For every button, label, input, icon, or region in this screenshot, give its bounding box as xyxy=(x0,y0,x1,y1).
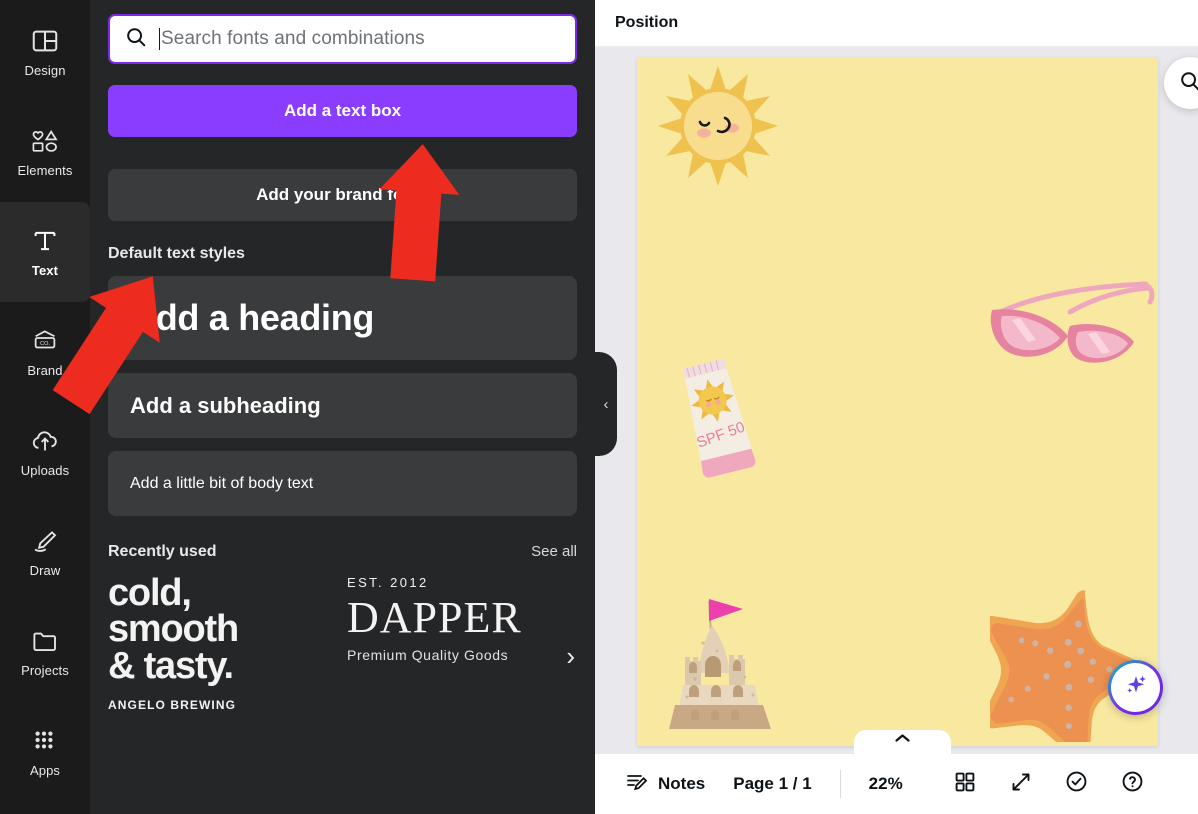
editor-topbar: Position xyxy=(595,0,1198,47)
sunscreen-illustration[interactable]: SPF 50 xyxy=(670,348,764,488)
chevron-left-icon: ‹ xyxy=(603,395,609,413)
expand-icon xyxy=(1009,770,1033,799)
check-circle-icon xyxy=(1064,769,1089,799)
brand-icon: CO. xyxy=(30,326,60,356)
search-input[interactable]: Search fonts and combinations xyxy=(161,28,425,50)
editor-area: Position SPF 50 Notes Page 1 / 1 22% xyxy=(595,0,1198,814)
default-text-styles-title: Default text styles xyxy=(108,245,245,262)
chevron-up-icon xyxy=(894,733,911,744)
sidebar-item-apps[interactable]: Apps xyxy=(0,702,90,802)
style-add-heading[interactable]: Add a heading xyxy=(108,276,577,360)
canva-editor: Design Elements Text CO. Brand Uploads D… xyxy=(0,0,1198,814)
style-add-body-text[interactable]: Add a little bit of body text xyxy=(108,451,577,516)
grid-view-icon xyxy=(953,770,977,799)
sun-illustration[interactable] xyxy=(651,62,786,192)
sunglasses-illustration[interactable] xyxy=(982,280,1157,376)
fullscreen-button[interactable] xyxy=(999,762,1043,806)
style-label: Add a little bit of body text xyxy=(130,474,314,492)
sidebar-item-uploads[interactable]: Uploads xyxy=(0,402,90,502)
style-label: Add a subheading xyxy=(130,392,321,418)
combo-name: DAPPER xyxy=(347,593,522,642)
font-combination-list: cold, smooth & tasty. ANGELO BREWING EST… xyxy=(108,572,577,713)
recently-used-header: Recently used See all xyxy=(108,543,577,561)
magic-studio-button[interactable] xyxy=(1108,660,1163,715)
help-circle-icon xyxy=(1120,769,1145,799)
sidebar-item-label: Brand xyxy=(27,363,63,378)
notes-button[interactable]: Notes xyxy=(611,763,719,805)
sidebar-item-text[interactable]: Text xyxy=(0,202,90,302)
font-combination-card[interactable]: cold, smooth & tasty. ANGELO BREWING xyxy=(108,572,323,713)
page-indicator[interactable]: Page 1 / 1 xyxy=(719,763,825,805)
sidebar-item-projects[interactable]: Projects xyxy=(0,602,90,702)
notes-pencil-icon xyxy=(625,770,649,799)
help-button[interactable] xyxy=(1111,762,1155,806)
style-label: Add a heading xyxy=(130,297,375,338)
see-all-link[interactable]: See all xyxy=(531,543,577,560)
sidebar-item-label: Draw xyxy=(29,563,61,578)
combo-line-1: cold, xyxy=(108,572,192,614)
sidebar-item-label: Apps xyxy=(29,763,61,778)
sidebar-item-label: Text xyxy=(31,263,59,278)
add-text-box-button[interactable]: Add a text box xyxy=(108,85,577,137)
toolbar-divider xyxy=(839,770,841,798)
sidebar-item-design[interactable]: Design xyxy=(0,2,90,102)
apps-icon xyxy=(30,726,60,756)
page-panel-toggle[interactable] xyxy=(854,730,951,754)
sidebar-item-draw[interactable]: Draw xyxy=(0,502,90,602)
add-brand-fonts-button[interactable]: Add your brand fonts xyxy=(108,169,577,221)
combo-line-3: & tasty. xyxy=(108,644,234,687)
sandcastle-illustration[interactable] xyxy=(659,587,784,737)
design-canvas[interactable]: SPF 50 xyxy=(637,58,1158,746)
page-label: Page 1 / 1 xyxy=(733,774,812,793)
design-icon xyxy=(30,26,60,56)
canvas-workspace: SPF 50 xyxy=(595,47,1198,754)
combo-line-2: smooth xyxy=(108,608,239,651)
combo-tagline: Premium Quality Goods xyxy=(347,647,509,663)
combo-caption: ANGELO BREWING xyxy=(108,698,237,713)
zoom-label: 22% xyxy=(868,774,903,793)
draw-icon xyxy=(30,526,60,556)
editor-bottombar: Notes Page 1 / 1 22% xyxy=(595,754,1198,814)
text-icon xyxy=(30,226,60,256)
sidebar-item-elements[interactable]: Elements xyxy=(0,102,90,202)
search-icon xyxy=(124,25,148,54)
search-icon xyxy=(1178,69,1198,98)
sidebar-item-label: Design xyxy=(24,63,66,78)
canvas-search-button[interactable] xyxy=(1164,57,1198,109)
notes-label: Notes xyxy=(658,774,706,793)
sidebar-item-label: Projects xyxy=(21,663,69,678)
style-add-subheading[interactable]: Add a subheading xyxy=(108,373,577,438)
projects-icon xyxy=(30,626,60,656)
elements-icon xyxy=(30,126,60,156)
text-caret xyxy=(159,28,160,50)
zoom-control[interactable]: 22% xyxy=(855,763,917,805)
svg-text:CO.: CO. xyxy=(40,341,50,347)
sidebar-item-brand[interactable]: CO. Brand xyxy=(0,302,90,402)
font-combination-card[interactable]: EST. 2012 DAPPER Premium Quality Goods xyxy=(347,575,537,663)
search-fonts-bar[interactable]: Search fonts and combinations xyxy=(108,14,577,64)
left-sidebar: Design Elements Text CO. Brand Uploads D… xyxy=(0,0,90,814)
sidebar-item-label: Elements xyxy=(17,163,73,178)
grid-view-button[interactable] xyxy=(943,762,987,806)
combo-est: EST. 2012 xyxy=(347,575,429,590)
status-check-button[interactable] xyxy=(1055,762,1099,806)
position-button[interactable]: Position xyxy=(615,14,678,32)
panel-collapse-handle[interactable]: ‹ xyxy=(595,352,617,456)
text-panel: Search fonts and combinations Add a text… xyxy=(90,0,595,814)
sidebar-item-label: Uploads xyxy=(20,463,70,478)
recently-used-title: Recently used xyxy=(108,543,217,560)
uploads-icon xyxy=(30,426,60,456)
sparkle-icon xyxy=(1122,671,1150,704)
chevron-right-icon[interactable]: › xyxy=(566,643,575,669)
